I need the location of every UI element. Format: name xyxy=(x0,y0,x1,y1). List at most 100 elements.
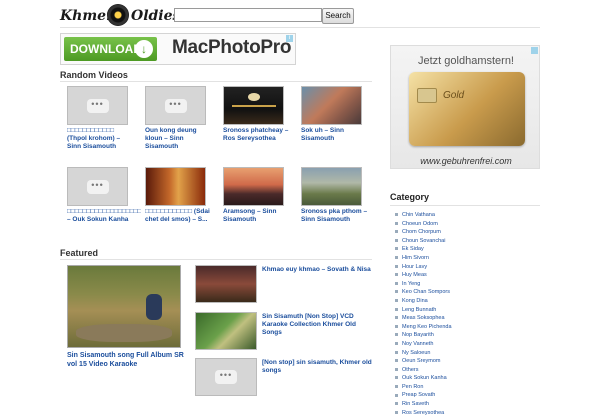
download-label: DOWNLOAD xyxy=(70,42,142,56)
video-title-link[interactable]: Aramsong – Sinn Sisamouth xyxy=(223,208,291,224)
category-item[interactable]: Ouk Sokun Kanha xyxy=(395,374,452,383)
category-item[interactable]: Leng Bunnath xyxy=(395,306,452,315)
search-input[interactable] xyxy=(174,8,322,22)
ad-url: www.gebuhrenfrei.com xyxy=(420,156,512,166)
category-item[interactable]: Noy Vanneth xyxy=(395,340,452,349)
site-logo[interactable]: Khmer Oldies xyxy=(60,4,180,26)
featured-thumbnail[interactable] xyxy=(195,265,257,303)
ad-choices-icon[interactable] xyxy=(531,47,538,54)
category-item[interactable]: Hour Lavy xyxy=(395,263,452,272)
section-divider xyxy=(60,81,372,82)
logo-text-left: Khmer xyxy=(60,8,114,24)
category-item[interactable]: Kong Dina xyxy=(395,297,452,306)
category-item[interactable]: Choun Sovanchai xyxy=(395,237,452,246)
bullet-icon xyxy=(395,316,398,320)
category-item[interactable]: Others xyxy=(395,366,452,375)
category-item[interactable]: Keo Chan Sompors xyxy=(395,288,452,297)
video-thumbnail[interactable] xyxy=(301,86,362,125)
video-thumbnail[interactable] xyxy=(223,86,284,125)
category-item[interactable]: Rin Saveth xyxy=(395,400,452,409)
video-title-link[interactable]: □□□□□□□□□□□□ (Thpol krohom) – Sinn Sisam… xyxy=(67,127,135,151)
video-title-link[interactable]: □□□□□□□□□□□□□□□□□□□□□ – Ouk Sokun Kanha xyxy=(67,208,141,224)
header-divider xyxy=(60,27,540,28)
bullet-icon xyxy=(395,341,398,345)
credit-card-image: Gold xyxy=(409,72,525,146)
bullet-icon xyxy=(395,221,398,225)
banner-ad[interactable]: DOWNLOAD ↓ MacPhotoPro i xyxy=(60,33,296,65)
video-title-link[interactable]: Oun kong deung kloun – Sinn Sisamouth xyxy=(145,127,213,151)
video-placeholder-icon: ••• xyxy=(164,98,187,113)
bullet-icon xyxy=(395,213,398,217)
category-item[interactable]: Chom Chorpum xyxy=(395,228,452,237)
featured-thumbnail[interactable]: ••• xyxy=(195,358,257,396)
category-item[interactable]: Preap Sovath xyxy=(395,391,452,400)
banner-product-name: MacPhotoPro xyxy=(172,37,292,58)
featured-thumbnail[interactable] xyxy=(195,312,257,350)
thumbnail-light xyxy=(248,93,260,101)
ad-choices-icon[interactable]: i xyxy=(286,35,293,42)
video-title-link[interactable]: Sok uh – Sinn Sisamouth xyxy=(301,127,369,143)
category-item[interactable]: Ek Siday xyxy=(395,245,452,254)
card-label: Gold xyxy=(443,90,465,101)
category-divider xyxy=(390,205,540,206)
bullet-icon xyxy=(395,273,398,277)
bullet-icon xyxy=(395,307,398,311)
section-divider xyxy=(60,259,372,260)
bullet-icon xyxy=(395,264,398,268)
sidebar-ad[interactable]: Jetzt goldhamstern! Gold www.gebuhrenfre… xyxy=(390,45,540,169)
featured-main-thumbnail[interactable] xyxy=(67,265,181,348)
bullet-icon xyxy=(395,333,398,337)
random-videos-title: Random Videos xyxy=(60,70,128,80)
download-arrow-icon: ↓ xyxy=(135,40,153,58)
category-title: Category xyxy=(390,192,430,202)
category-item[interactable]: Chin Vathana xyxy=(395,211,452,220)
video-thumbnail[interactable]: ••• xyxy=(67,167,128,206)
video-thumbnail[interactable]: ••• xyxy=(145,86,206,125)
category-item[interactable]: In Yeng xyxy=(395,280,452,289)
ad-headline: Jetzt goldhamstern! xyxy=(418,55,514,67)
download-button[interactable]: DOWNLOAD ↓ xyxy=(64,37,157,61)
featured-link[interactable]: Khmao euy khmao – Sovath & Nisa xyxy=(262,266,374,274)
bullet-icon xyxy=(395,230,398,234)
video-thumbnail[interactable]: ••• xyxy=(67,86,128,125)
bullet-icon xyxy=(395,359,398,363)
thumbnail-ground xyxy=(76,324,172,342)
bullet-icon xyxy=(395,256,398,260)
video-title-link[interactable]: Sronoss phatcheay – Ros Sereysothea xyxy=(223,127,291,143)
video-thumbnail[interactable] xyxy=(223,167,284,206)
category-item[interactable]: Oeun Sreymom xyxy=(395,357,452,366)
bullet-icon xyxy=(395,376,398,380)
video-thumbnail[interactable] xyxy=(301,167,362,206)
bullet-icon xyxy=(395,290,398,294)
category-item[interactable]: Him Sivorn xyxy=(395,254,452,263)
category-item[interactable]: Pen Ron xyxy=(395,383,452,392)
video-placeholder-icon: ••• xyxy=(215,370,237,384)
bullet-icon xyxy=(395,238,398,242)
bullet-icon xyxy=(395,402,398,406)
video-title-link[interactable]: Sronoss pka pthom – Sinn Sisamouth xyxy=(301,208,369,224)
bullet-icon xyxy=(395,367,398,371)
video-thumbnail[interactable] xyxy=(145,167,206,206)
vinyl-record-icon xyxy=(107,4,129,26)
category-item[interactable]: Choeun Odom xyxy=(395,220,452,229)
category-item[interactable]: Huy Meas xyxy=(395,271,452,280)
category-item[interactable]: Ros Sereysothea xyxy=(395,409,452,417)
category-item[interactable]: Meng Keo Pichenda xyxy=(395,323,452,332)
bullet-icon xyxy=(395,350,398,354)
category-item[interactable]: Meas Soksophea xyxy=(395,314,452,323)
category-item[interactable]: Ny Saloeun xyxy=(395,349,452,358)
featured-title: Featured xyxy=(60,248,99,258)
thumbnail-text-overlay xyxy=(232,105,276,107)
bullet-icon xyxy=(395,298,398,302)
search-button[interactable]: Search xyxy=(322,8,354,24)
featured-link[interactable]: [Non stop] sin sisamuth, Khmer old songs xyxy=(262,359,374,375)
video-title-link[interactable]: □□□□□□□□□□□□ (Sdai chet del smos) – S... xyxy=(145,208,213,224)
featured-link[interactable]: Sin Sisamuth [Non Stop] VCD Karaoke Coll… xyxy=(262,313,374,337)
bullet-icon xyxy=(395,384,398,388)
bullet-icon xyxy=(395,410,398,414)
logo-text-right: Oldies xyxy=(131,8,181,24)
featured-main-link[interactable]: Sin Sisamouth song Full Album SR vol 15 … xyxy=(67,351,185,369)
video-placeholder-icon: ••• xyxy=(86,179,109,194)
category-item[interactable]: Nop Bayarith xyxy=(395,331,452,340)
bullet-icon xyxy=(395,281,398,285)
